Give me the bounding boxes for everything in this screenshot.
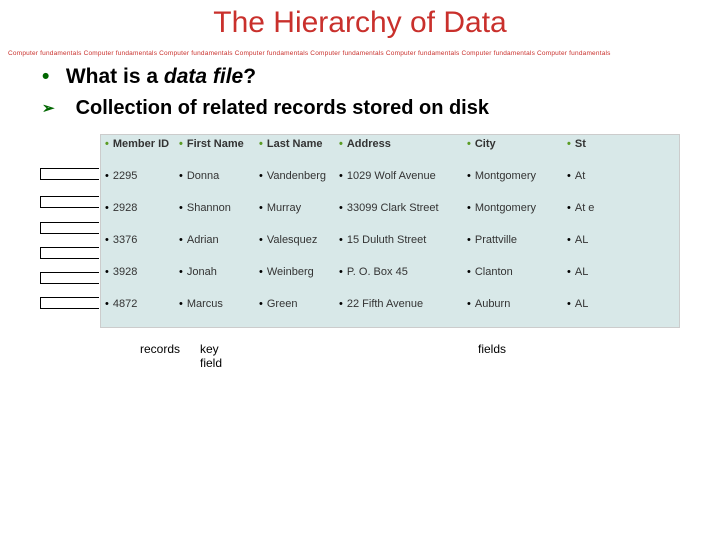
question-suffix: ?	[243, 65, 256, 88]
col-first-name: First Name	[187, 138, 244, 151]
col-city: City	[475, 138, 496, 151]
question-prefix: What is a	[66, 65, 164, 88]
label-keyfield: key field	[200, 342, 240, 370]
table-header-row: •Member ID •First Name •Last Name •Addre…	[101, 135, 679, 167]
col-member-id: Member ID	[113, 138, 169, 151]
table-row: •2295 •Donna •Vandenberg •1029 Wolf Aven…	[101, 167, 679, 199]
data-table: •Member ID •First Name •Last Name •Addre…	[100, 134, 680, 328]
table-row: •2928 •Shannon •Murray •33099 Clark Stre…	[101, 199, 679, 231]
label-fields: fields	[478, 342, 506, 356]
slide-title: The Hierarchy of Data	[0, 6, 720, 40]
table-row: •4872 •Marcus •Green •22 Fifth Avenue •A…	[101, 295, 679, 327]
subpoint-line: ➢ Collection of related records stored o…	[42, 97, 720, 120]
table-row: •3928 •Jonah •Weinberg •P. O. Box 45 •Cl…	[101, 263, 679, 295]
col-state: St	[575, 138, 586, 151]
question-emph: data file	[164, 65, 243, 88]
repeating-subtitle: Computer fundamentals Computer fundament…	[0, 50, 720, 57]
label-records: records	[140, 342, 180, 356]
bullet-icon: •	[42, 65, 60, 89]
bullet-question: • What is a data file?	[42, 65, 720, 89]
table-row: •3376 •Adrian •Valesquez •15 Duluth Stre…	[101, 231, 679, 263]
arrow-icon: ➢	[42, 99, 70, 117]
subpoint-text: Collection of related records stored on …	[76, 97, 489, 119]
col-last-name: Last Name	[267, 138, 323, 151]
col-address: Address	[347, 138, 391, 151]
